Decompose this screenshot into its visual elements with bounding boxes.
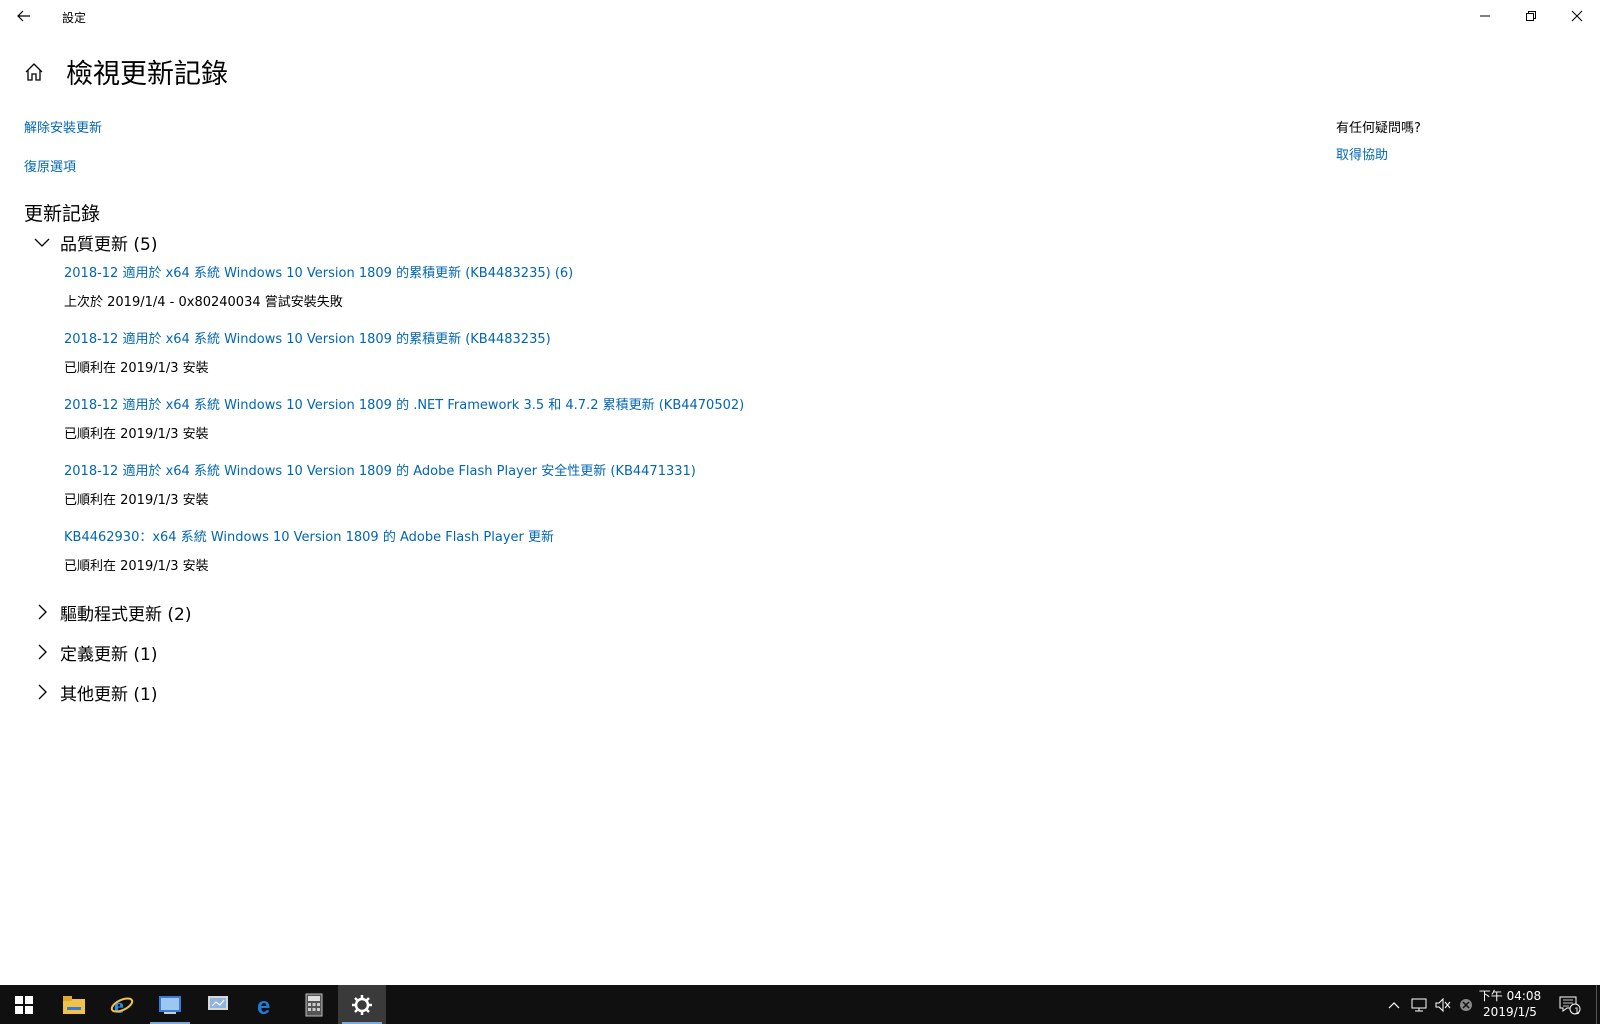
minimize-button[interactable] (1462, 0, 1508, 32)
title-bar: 設定 (0, 0, 1600, 32)
update-status: 已順利在 2019/1/3 安裝 (64, 427, 209, 442)
taskbar-control-panel[interactable] (146, 985, 194, 1024)
calculator-icon (305, 993, 323, 1016)
update-title-link[interactable]: 2018-12 適用於 x64 系統 Windows 10 Version 18… (64, 262, 573, 281)
get-help-link[interactable]: 取得協助 (1336, 144, 1388, 163)
status-tray-button[interactable] (1456, 985, 1476, 1024)
group-label: 定義更新 (1) (60, 644, 158, 665)
chevron-right-icon (30, 680, 54, 704)
recovery-options-link[interactable]: 復原選項 (24, 156, 76, 175)
svg-text:e: e (257, 993, 270, 1017)
update-item: 2018-12 適用於 x64 系統 Windows 10 Version 18… (64, 328, 551, 376)
close-button[interactable] (1554, 0, 1600, 32)
clock-date: 2019/1/5 (1483, 1005, 1537, 1019)
file-explorer-icon (63, 995, 85, 1014)
chevron-right-icon (30, 640, 54, 664)
settings-window: 設定 檢視更新記錄 解除安裝更新 復原選項 有任何疑問嗎? 取得協助 更新記錄 … (0, 0, 1600, 985)
update-item: 2018-12 適用於 x64 系統 Windows 10 Version 18… (64, 460, 696, 508)
home-button[interactable] (22, 60, 46, 84)
group-other-updates[interactable]: 其他更新 (1) (30, 678, 157, 706)
taskbar-edge[interactable]: e (242, 985, 290, 1024)
start-icon (15, 995, 33, 1014)
internet-explorer-icon: e (110, 993, 134, 1017)
home-icon (25, 63, 43, 81)
error-circle-icon (1460, 998, 1472, 1011)
restore-icon (1526, 11, 1536, 21)
help-question: 有任何疑問嗎? (1336, 121, 1421, 136)
taskbar-settings[interactable] (338, 985, 386, 1024)
update-title-link[interactable]: 2018-12 適用於 x64 系統 Windows 10 Version 18… (64, 460, 696, 479)
update-title-link[interactable]: 2018-12 適用於 x64 系統 Windows 10 Version 18… (64, 394, 744, 413)
chevron-right-icon (30, 600, 54, 624)
page-title: 檢視更新記錄 (66, 59, 228, 90)
minimize-icon (1480, 15, 1490, 17)
show-desktop-button[interactable] (1596, 985, 1600, 1024)
action-center-button[interactable]: 1 (1554, 985, 1586, 1024)
network-tray-icon (1411, 998, 1427, 1011)
control-panel-icon (159, 995, 181, 1014)
svg-text:e: e (114, 993, 124, 1017)
volume-muted-icon (1435, 997, 1451, 1012)
group-label: 品質更新 (5) (60, 234, 158, 255)
volume-tray-button[interactable] (1432, 985, 1454, 1024)
restore-button[interactable] (1508, 0, 1554, 32)
back-arrow-icon (17, 10, 30, 22)
window-title: 設定 (62, 11, 87, 25)
start-button[interactable] (0, 985, 48, 1024)
network-tray-button[interactable] (1408, 985, 1430, 1024)
update-status: 已順利在 2019/1/3 安裝 (64, 361, 209, 376)
taskbar-internet-explorer[interactable]: e (98, 985, 146, 1024)
network-icon (208, 995, 228, 1010)
chevron-down-icon (30, 230, 54, 254)
close-icon (1571, 10, 1583, 22)
settings-icon (352, 994, 372, 1015)
group-driver-updates[interactable]: 驅動程式更新 (2) (30, 598, 191, 626)
group-definition-updates[interactable]: 定義更新 (1) (30, 638, 157, 666)
taskbar-network[interactable] (194, 985, 242, 1024)
update-status: 上次於 2019/1/4 - 0x80240034 嘗試安裝失敗 (64, 295, 343, 310)
show-hidden-icons-button[interactable] (1384, 985, 1404, 1024)
update-history-title: 更新記錄 (24, 203, 101, 225)
group-label: 其他更新 (1) (60, 684, 158, 705)
notification-count: 1 (1574, 1007, 1580, 1017)
group-quality-updates[interactable]: 品質更新 (5) (30, 228, 157, 256)
update-title-link[interactable]: KB4462930：x64 系統 Windows 10 Version 1809… (64, 526, 554, 545)
clock-time: 下午 04:08 (1478, 989, 1542, 1003)
chevron-up-icon (1388, 1001, 1400, 1008)
update-item: 2018-12 適用於 x64 系統 Windows 10 Version 18… (64, 394, 744, 442)
update-item: 2018-12 適用於 x64 系統 Windows 10 Version 18… (64, 262, 573, 310)
update-status: 已順利在 2019/1/3 安裝 (64, 493, 209, 508)
taskbar-file-explorer[interactable] (50, 985, 98, 1024)
taskbar-calculator[interactable] (290, 985, 338, 1024)
taskbar: e e 下午 04:08 2019/1/5 1 (0, 985, 1600, 1024)
group-label: 驅動程式更新 (2) (60, 604, 192, 625)
back-button[interactable] (4, 0, 44, 32)
update-title-link[interactable]: 2018-12 適用於 x64 系統 Windows 10 Version 18… (64, 328, 551, 347)
update-item: KB4462930：x64 系統 Windows 10 Version 1809… (64, 526, 554, 574)
uninstall-updates-link[interactable]: 解除安裝更新 (24, 117, 102, 136)
clock[interactable]: 下午 04:08 2019/1/5 (1474, 988, 1546, 1020)
edge-icon: e (257, 993, 270, 1017)
update-status: 已順利在 2019/1/3 安裝 (64, 559, 209, 574)
